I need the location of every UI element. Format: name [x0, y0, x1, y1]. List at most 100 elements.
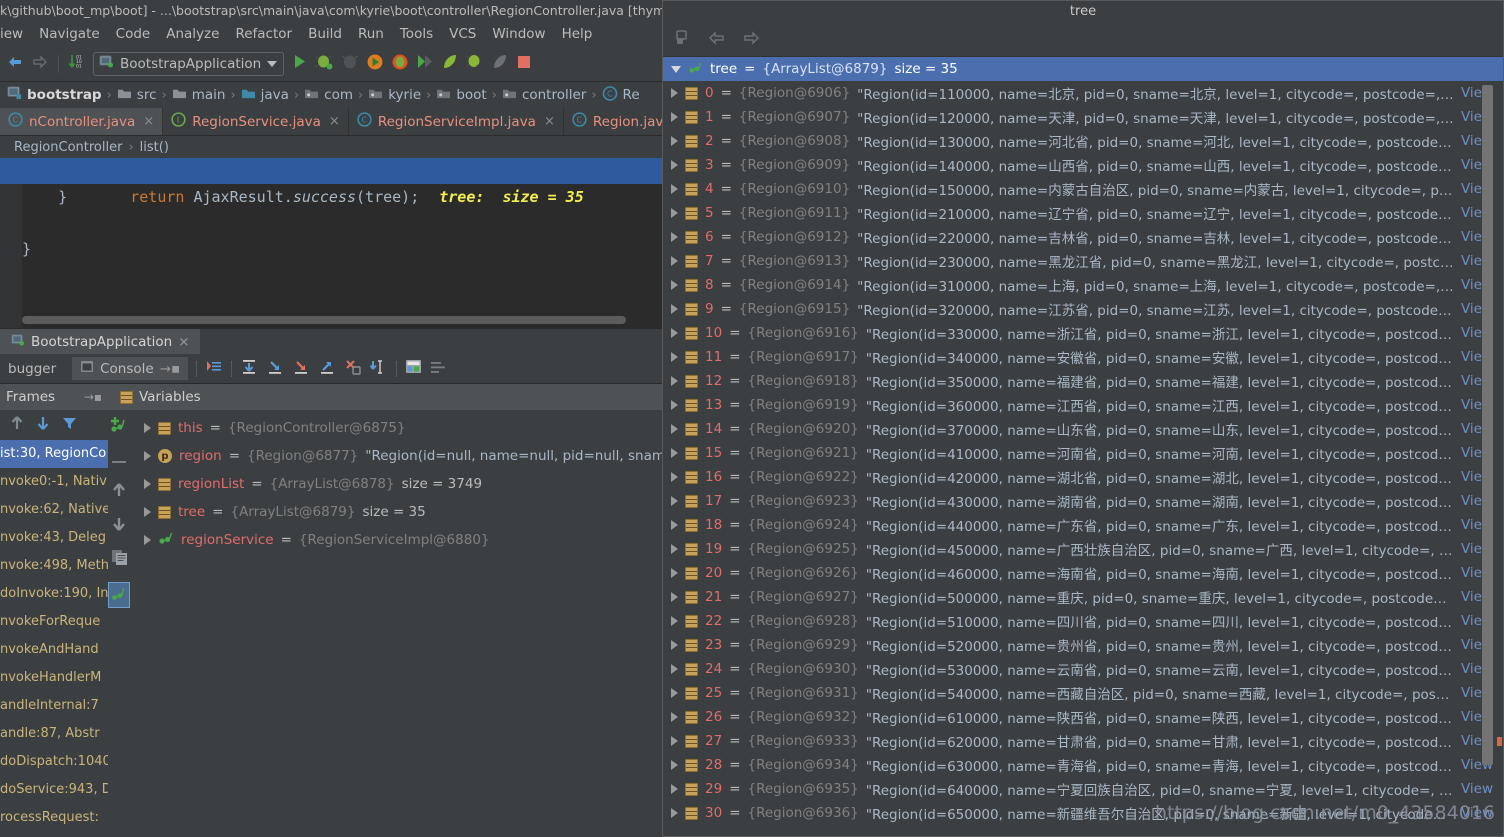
- tree-node-row[interactable]: 14 = {Region@6920} "Region(id=370000, name=…: [663, 417, 1503, 441]
- frame-row[interactable]: nvokeAndHand: [0, 636, 108, 664]
- frame-row[interactable]: nvokeForReque: [0, 608, 108, 636]
- variable-row[interactable]: regionList = {ArrayList@6878} size = 3749: [130, 470, 662, 498]
- code-editor[interactable]: return AjaxResult.success(tree); tree: si…: [0, 158, 662, 328]
- restore-layout-icon[interactable]: [675, 29, 693, 50]
- close-icon[interactable]: ×: [178, 334, 189, 350]
- menu-item-analyze[interactable]: Analyze: [158, 24, 227, 44]
- chevron-right-icon[interactable]: [671, 640, 678, 650]
- run-icon[interactable]: [291, 53, 308, 74]
- tab-console[interactable]: Console →▪: [72, 357, 189, 380]
- frame-row[interactable]: rocessRequest:: [0, 804, 108, 832]
- chevron-right-icon[interactable]: [671, 760, 678, 770]
- breadcrumb-item-com[interactable]: com: [299, 87, 358, 104]
- editor-tab-regionserviceimpljava[interactable]: C RegionServiceImpl.java ×: [349, 108, 564, 135]
- tree-node-row[interactable]: 26 = {Region@6932} "Region(id=610000, name=…: [663, 705, 1503, 729]
- tree-node-row[interactable]: 4 = {Region@6910} "Region(id=150000, name=内…: [663, 177, 1503, 201]
- inspect-icon[interactable]: [108, 582, 130, 608]
- jrebel-debug-icon[interactable]: JR: [466, 53, 484, 75]
- chevron-right-icon[interactable]: [671, 520, 678, 530]
- editor-tab-ncontrollerjava[interactable]: CnController.java ×: [0, 108, 164, 135]
- frame-row[interactable]: nvoke0:-1, Nativ: [0, 468, 108, 496]
- chevron-right-icon[interactable]: [671, 280, 678, 290]
- view-link[interactable]: View: [1461, 781, 1503, 797]
- menu-item-window[interactable]: Window: [484, 24, 553, 44]
- chevron-right-icon[interactable]: [671, 352, 678, 362]
- tree-node-row[interactable]: 11 = {Region@6917} "Region(id=340000, name=…: [663, 345, 1503, 369]
- chevron-right-icon[interactable]: [671, 256, 678, 266]
- chevron-right-icon[interactable]: [671, 592, 678, 602]
- frame-row[interactable]: andleInternal:7: [0, 692, 108, 720]
- chevron-right-icon[interactable]: [671, 328, 678, 338]
- pin-icon[interactable]: →▪: [84, 390, 102, 404]
- chevron-right-icon[interactable]: [671, 136, 678, 146]
- chevron-right-icon[interactable]: [144, 423, 151, 433]
- tree-node-row[interactable]: 0 = {Region@6906} "Region(id=110000, name=北…: [663, 81, 1503, 105]
- run-to-cursor-icon[interactable]: [369, 359, 388, 379]
- tree-node-row[interactable]: 18 = {Region@6924} "Region(id=440000, name=…: [663, 513, 1503, 537]
- run-all-icon[interactable]: [416, 53, 434, 74]
- breadcrumb-item-boot[interactable]: boot: [431, 87, 491, 104]
- breadcrumb-item-kyrie[interactable]: kyrie: [363, 87, 426, 104]
- chevron-right-icon[interactable]: [144, 451, 151, 461]
- step-into-icon[interactable]: [266, 359, 284, 379]
- move-down-icon[interactable]: [111, 515, 127, 537]
- tree-node-row[interactable]: 9 = {Region@6915} "Region(id=320000, name=江…: [663, 297, 1503, 321]
- tree-node-row[interactable]: 1 = {Region@6907} "Region(id=120000, name=天…: [663, 105, 1503, 129]
- tree-node-row[interactable]: 25 = {Region@6931} "Region(id=540000, name=…: [663, 681, 1503, 705]
- add-watch-icon[interactable]: [109, 414, 129, 438]
- code-breadcrumb-method[interactable]: list(): [140, 140, 169, 155]
- frame-row[interactable]: ist:30, RegionCo: [0, 440, 108, 468]
- variable-row[interactable]: p region = {Region@6877} "Region(id=null, na…: [130, 442, 662, 470]
- stop-icon[interactable]: [516, 54, 532, 74]
- evaluate-expression-icon[interactable]: [405, 359, 422, 378]
- thread-down-icon[interactable]: [36, 415, 50, 435]
- attach-profiler-icon[interactable]: [341, 53, 359, 74]
- breadcrumb-item-src[interactable]: src: [112, 87, 162, 104]
- tree-node-row[interactable]: 7 = {Region@6913} "Region(id=230000, name=黑…: [663, 249, 1503, 273]
- editor-horizontal-scrollbar[interactable]: [22, 316, 626, 324]
- close-icon[interactable]: ×: [143, 114, 154, 129]
- tree-node-row[interactable]: 10 = {Region@6916} "Region(id=330000, name=…: [663, 321, 1503, 345]
- menu-item-help[interactable]: Help: [554, 24, 601, 44]
- compile-icon[interactable]: 01 10 01: [68, 53, 86, 74]
- chevron-right-icon[interactable]: [671, 568, 678, 578]
- chevron-right-icon[interactable]: [671, 664, 678, 674]
- frame-row[interactable]: nvoke:43, Deleg: [0, 524, 108, 552]
- forward-arrow-icon[interactable]: [741, 30, 761, 50]
- menu-item-vcs[interactable]: VCS: [441, 24, 484, 44]
- editor-tab-regionjava[interactable]: CRegion.java×: [564, 108, 662, 135]
- copy-icon[interactable]: [111, 549, 128, 570]
- tree-node-row[interactable]: 20 = {Region@6926} "Region(id=460000, name=…: [663, 561, 1503, 585]
- move-up-icon[interactable]: [111, 481, 127, 503]
- chevron-right-icon[interactable]: [671, 400, 678, 410]
- variable-row[interactable]: this = {RegionController@6875}: [130, 414, 662, 442]
- menu-item-tools[interactable]: Tools: [392, 24, 441, 44]
- frame-row[interactable]: doDispatch:1040: [0, 748, 108, 776]
- tree-node-row[interactable]: 5 = {Region@6911} "Region(id=210000, name=辽…: [663, 201, 1503, 225]
- chevron-right-icon[interactable]: [671, 208, 678, 218]
- frame-row[interactable]: doService:943, D: [0, 776, 108, 804]
- tab-debugger[interactable]: bugger: [0, 358, 64, 380]
- tree-scrollbar-thumb[interactable]: [1482, 85, 1493, 765]
- force-step-into-icon[interactable]: [292, 359, 310, 379]
- step-over-icon[interactable]: [240, 359, 258, 379]
- settings-icon[interactable]: [430, 359, 447, 378]
- chevron-right-icon[interactable]: [671, 304, 678, 314]
- restore-layout-icon[interactable]: [205, 359, 223, 378]
- back-arrow-icon[interactable]: [6, 54, 24, 74]
- tree-node-row[interactable]: 28 = {Region@6934} "Region(id=630000, name=…: [663, 753, 1503, 777]
- tree-node-row[interactable]: 8 = {Region@6914} "Region(id=310000, name=上…: [663, 273, 1503, 297]
- chevron-right-icon[interactable]: [671, 184, 678, 194]
- run-tab-bootstrapapplication[interactable]: BootstrapApplication ×: [0, 329, 200, 354]
- frame-row[interactable]: andle:87, Abstr: [0, 720, 108, 748]
- pin-icon[interactable]: →▪: [160, 361, 180, 377]
- tree-root-row[interactable]: tree = {ArrayList@6879} size = 35: [663, 57, 1503, 81]
- tree-node-row[interactable]: 29 = {Region@6935} "Region(id=640000, name=…: [663, 777, 1503, 801]
- menu-item-iew[interactable]: iew: [0, 24, 31, 44]
- chevron-right-icon[interactable]: [671, 712, 678, 722]
- variable-row[interactable]: tree = {ArrayList@6879} size = 35: [130, 498, 662, 526]
- chevron-down-icon[interactable]: [267, 60, 278, 67]
- chevron-right-icon[interactable]: [671, 112, 678, 122]
- run-with-coverage-icon[interactable]: [366, 53, 384, 75]
- chevron-right-icon[interactable]: [671, 88, 678, 98]
